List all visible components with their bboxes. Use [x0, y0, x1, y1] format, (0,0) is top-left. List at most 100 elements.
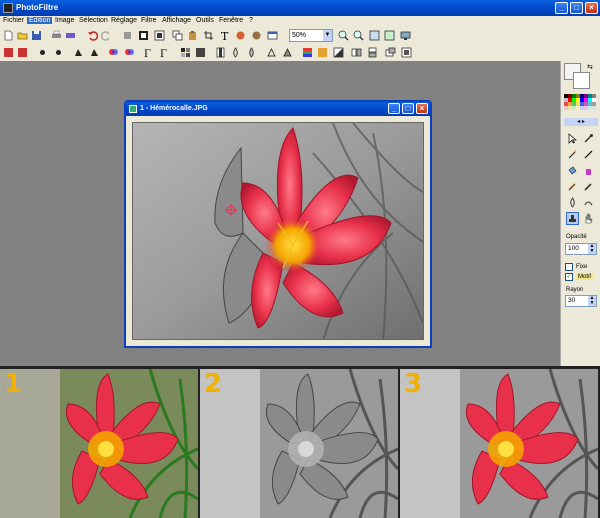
rotate-right-icon[interactable] [401, 47, 412, 58]
document-window[interactable]: 1 - Hémérocalle.JPG _ □ × [124, 100, 432, 348]
text-icon[interactable]: T [219, 30, 230, 41]
zoom-out-icon[interactable] [353, 30, 364, 41]
advanced-brush-icon[interactable] [583, 181, 594, 192]
radius-value: 30 [568, 297, 576, 304]
menu-filtre[interactable]: Filtre [139, 17, 159, 24]
doc-maximize-button[interactable]: □ [402, 103, 414, 114]
paste-icon[interactable] [187, 30, 198, 41]
fit-window-icon[interactable] [384, 30, 395, 41]
redo-icon[interactable] [101, 30, 112, 41]
saturation-up-icon[interactable] [108, 47, 119, 58]
invert-icon[interactable] [333, 47, 344, 58]
motif-label: Motif [576, 274, 594, 280]
emboss-icon[interactable] [266, 47, 277, 58]
stamp-icon[interactable] [235, 30, 246, 41]
lily-selective-color-photo [400, 369, 598, 518]
doc-minimize-button[interactable]: _ [388, 103, 400, 114]
contrast-up-icon[interactable] [73, 47, 84, 58]
menu-affichage[interactable]: Affichage [160, 17, 193, 24]
spin-down-icon[interactable]: ▼ [590, 300, 595, 306]
minimize-button[interactable]: _ [555, 2, 568, 14]
line-icon[interactable] [583, 149, 594, 160]
opacity-input[interactable]: 100 ▲ ▼ [565, 243, 597, 255]
contour-icon[interactable] [282, 47, 293, 58]
grayscale-icon[interactable] [180, 47, 191, 58]
spray-icon[interactable] [583, 165, 594, 176]
palette-scroll[interactable]: ◂ ▸ [564, 118, 598, 126]
zoom-select[interactable]: 50% ▼ [289, 29, 333, 42]
sepia-icon[interactable] [195, 47, 206, 58]
copy-icon[interactable] [122, 30, 133, 41]
soften-icon[interactable] [246, 47, 257, 58]
motif-checkbox[interactable]: ✓ [565, 273, 573, 281]
opacity-value: 100 [568, 245, 579, 252]
eyedropper-icon[interactable] [583, 133, 594, 144]
scan-icon[interactable] [65, 30, 76, 41]
flip-vertical-icon[interactable] [367, 47, 378, 58]
color-palette[interactable] [564, 94, 598, 114]
swap-colors-icon[interactable]: ⇆ [587, 63, 593, 71]
auto-level-icon[interactable] [3, 47, 14, 58]
auto-contrast-icon[interactable] [17, 47, 28, 58]
crop-icon[interactable] [203, 30, 214, 41]
blur-icon[interactable] [215, 47, 226, 58]
image-canvas[interactable] [132, 122, 424, 340]
zoom-in-icon[interactable] [338, 30, 349, 41]
fixe-checkbox[interactable] [565, 263, 573, 271]
opacity-spinner[interactable]: ▲ ▼ [588, 244, 596, 254]
window-icon[interactable] [267, 30, 278, 41]
menu-fichier[interactable]: Fichier [1, 17, 26, 24]
image-size-icon[interactable] [138, 30, 149, 41]
sharpen-icon[interactable] [230, 47, 241, 58]
close-button[interactable]: × [585, 2, 598, 14]
svg-text:Γ: Γ [144, 49, 151, 58]
gamma-up-icon[interactable]: Γ [143, 47, 154, 58]
blur-drop-icon[interactable] [567, 197, 578, 208]
save-icon[interactable] [31, 30, 42, 41]
actual-size-icon[interactable] [369, 30, 380, 41]
canvas-size-icon[interactable] [154, 30, 165, 41]
spin-down-icon[interactable]: ▼ [590, 248, 595, 254]
gamma-down-icon[interactable]: Γ [159, 47, 170, 58]
brightness-up-icon[interactable] [37, 47, 48, 58]
menu-edition[interactable]: Edition [27, 17, 53, 24]
fill-bucket-icon[interactable] [567, 165, 578, 176]
hand-icon[interactable] [583, 213, 594, 224]
rotate-left-icon[interactable] [385, 47, 396, 58]
full-screen-icon[interactable] [400, 30, 411, 41]
brush-icon[interactable] [567, 181, 578, 192]
hue-icon[interactable] [317, 47, 328, 58]
lily-grayscale-photo [200, 369, 398, 518]
filters-toolbar: Γ Γ [0, 44, 600, 62]
stamp-tool-icon[interactable] [566, 212, 579, 225]
maximize-button[interactable]: □ [570, 2, 583, 14]
menu-outils[interactable]: Outils [194, 17, 216, 24]
brightness-down-icon[interactable] [53, 47, 64, 58]
color-icon[interactable] [302, 47, 313, 58]
image-file-icon [129, 105, 137, 113]
open-folder-icon[interactable] [17, 30, 28, 41]
pointer-icon[interactable] [567, 133, 578, 144]
print-icon[interactable] [51, 30, 62, 41]
menu-fenetre[interactable]: Fenêtre [217, 17, 245, 24]
undo-icon[interactable] [87, 30, 98, 41]
flip-horizontal-icon[interactable] [351, 47, 362, 58]
radius-spinner[interactable]: ▲ ▼ [588, 296, 596, 306]
new-file-icon[interactable] [3, 30, 14, 41]
background-color-swatch[interactable] [573, 72, 590, 89]
menu-help[interactable]: ? [247, 17, 255, 24]
doc-close-button[interactable]: × [416, 103, 428, 114]
document-titlebar[interactable]: 1 - Hémérocalle.JPG _ □ × [126, 102, 430, 116]
saturation-down-icon[interactable] [124, 47, 135, 58]
duplicate-icon[interactable] [172, 30, 183, 41]
smudge-icon[interactable] [583, 197, 594, 208]
magic-wand-icon[interactable] [567, 149, 578, 160]
contrast-down-icon[interactable] [89, 47, 100, 58]
menu-reglage[interactable]: Réglage [109, 17, 139, 24]
plugin-icon[interactable] [251, 30, 262, 41]
menu-selection[interactable]: Sélection [77, 17, 110, 24]
chevron-down-icon[interactable]: ▼ [323, 30, 332, 41]
photofiltre-window: PhotoFiltre _ □ × Fichier Edition Image … [0, 0, 600, 518]
radius-input[interactable]: 30 ▲ ▼ [565, 295, 597, 307]
menu-image[interactable]: Image [53, 17, 76, 24]
